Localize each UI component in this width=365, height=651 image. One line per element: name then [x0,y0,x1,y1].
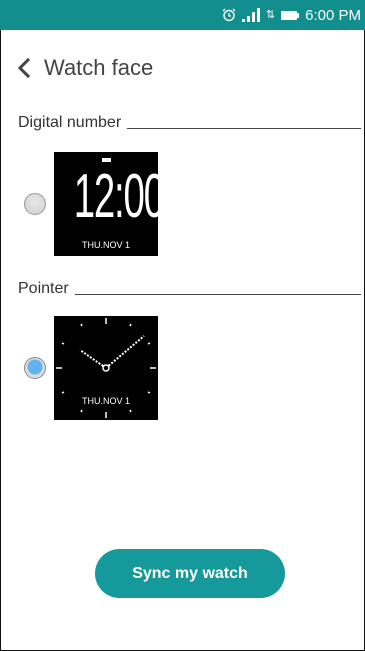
status-time: 6:00 PM [305,6,361,24]
alarm-icon [222,8,236,22]
header: Watch face [14,52,153,84]
chevron-left-icon[interactable] [14,57,36,79]
signal-icon [241,8,260,22]
battery-icon [281,10,300,20]
section-divider [74,293,361,295]
status-icons: ⇅ 6:00 PM [222,0,361,30]
sync-my-watch-button[interactable]: Sync my watch [95,549,285,598]
watch-preview-time: 12:00 [73,162,165,231]
section-label: Pointer [18,280,69,297]
digital-watch-preview[interactable]: 12:00 THU.NOV 1 [54,152,165,256]
page-title: Watch face [44,55,154,80]
data-arrows-icon: ⇅ [265,9,276,21]
watch-preview-date: THU.NOV 1 [81,240,130,250]
section-label: Digital number [18,114,122,131]
pointer-watch-preview[interactable]: THU.NOV 1 [54,316,158,420]
radio-digital-number[interactable] [24,193,46,215]
section-digital-number: Digital number [18,114,361,132]
watch-preview-date: THU.NOV 1 [81,396,130,406]
section-pointer: Pointer [18,280,361,298]
status-bar: ⇅ 6:00 PM [0,0,365,30]
radio-pointer[interactable] [24,357,46,379]
section-divider [127,127,361,129]
